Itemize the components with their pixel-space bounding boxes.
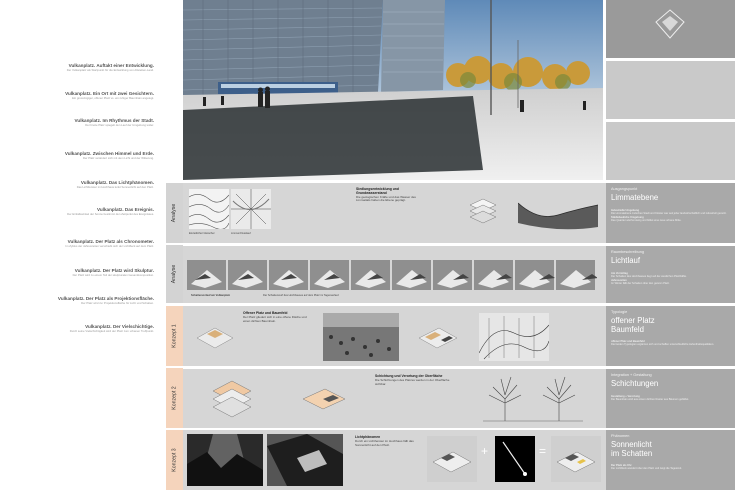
left-entry-subtitle: Im Zyklus der Jahreszeiten verschiebt si… [65, 243, 154, 248]
left-entry-subtitle: Der Einfallswinkel der Sonne bestimmt de… [67, 211, 154, 216]
band-panel: Ausgangspunkt Limmatebene Industrielle U… [606, 183, 735, 243]
hero-rendering [183, 0, 603, 180]
panel-title: Sonnenlicht im Schatten [611, 440, 653, 458]
band-panel: Raumbeschreibung Lichtlauf Am Vormittag … [606, 246, 735, 303]
band-text: Schichtung und Verortung der Oberfläche … [375, 374, 450, 386]
left-entry: Vulkanplatz. Der Platz als Chronometer. … [4, 239, 154, 248]
siedlung-map-image [231, 189, 271, 229]
logo-block [606, 0, 735, 58]
left-entry: Vulkanplatz. Ein Ort mit zwei Gesichtern… [4, 91, 154, 100]
band-text: Siedlungsentwicklung und Grundwasserstan… [356, 187, 416, 203]
left-entry-subtitle: Der Platz wird zu einem Teil der skulptu… [72, 272, 154, 277]
tab-konzept-3: Konzept 3 [166, 430, 183, 490]
band-konzept-1: Offener Platz und Baumfeld Der Platz gli… [183, 306, 735, 366]
site-plan-image [196, 327, 234, 349]
left-entry: Vulkanplatz. Das Ereignis. Der Einfallsw… [4, 207, 154, 216]
panel-title: Schichtungen [611, 379, 659, 388]
left-entry-subtitle: Ein grosszügiger, offener Platz vs. ein … [72, 95, 154, 100]
shadow-thumbnail [310, 250, 349, 290]
band-panel: Phänomen Sonnenlicht im Schatten Der Pla… [606, 430, 735, 490]
section-tabs: Analyse Analyse Konzept 1 Konzept 2 Konz… [166, 0, 183, 490]
layer-diagram-image [212, 380, 252, 418]
tab-analyse: Analyse [166, 183, 183, 243]
band-konzept-2: Schichtung und Verortung der Oberfläche … [183, 369, 735, 428]
tab-konzept-1: Konzept 1 [166, 306, 183, 366]
layer-stack-image [469, 198, 497, 224]
shadow-thumbnail [351, 250, 390, 290]
band-konzept-3: Lichtphänomen Durch ein Lichtfenster im … [183, 430, 735, 490]
left-text-column: Vulkanplatz. Auftakt einer Entwicklung. … [0, 0, 158, 490]
left-entry-subtitle: Der Platz verändert sich mit dem Licht u… [82, 155, 154, 160]
band-text: Offener Platz und Baumfeld Der Platz gli… [243, 311, 307, 323]
geology-map-image [189, 189, 229, 229]
panel-title: Lichtlauf [611, 256, 641, 265]
caption: Eiszeitlicher Gletscher [189, 232, 215, 235]
left-entry-subtitle: Das Lichtfenster im Hochhaus lenkt Sonne… [76, 184, 154, 189]
shadow-thumbnail [474, 250, 513, 290]
site-plan-image [418, 327, 458, 349]
sunbeam-photo-image [187, 434, 263, 486]
left-entry-subtitle: Der Vulkanplatz als Startpunkt für die E… [66, 67, 154, 72]
light-diagram-a-image [427, 436, 477, 482]
left-entry-subtitle: Der Platz wird zur Projektionsfläche für… [81, 300, 154, 305]
left-entry-subtitle: Durch seine Vielschichtigkeit wird der P… [69, 328, 154, 333]
equals-sign: = [539, 444, 547, 458]
info-block [606, 122, 735, 180]
shadow-thumbnail [433, 250, 472, 290]
shadow-thumbnail [515, 250, 555, 290]
left-entry: Vulkanplatz. Zwischen Himmel und Erde. D… [4, 151, 154, 160]
surface-diagram-image [302, 388, 346, 410]
shadow-photo-image [267, 434, 343, 486]
light-diagram-c-image [551, 436, 601, 482]
left-entry: Vulkanplatz. Der Platz als Projektionsfl… [4, 296, 154, 305]
shadow-thumbnail [228, 250, 267, 290]
etching-image [479, 313, 549, 361]
shadow-sequence [187, 250, 598, 290]
left-entry: Vulkanplatz. Der Vielschichtige. Durch s… [4, 324, 154, 333]
info-block [606, 61, 735, 119]
plus-sign: + [481, 444, 489, 458]
shadow-thumbnail [187, 250, 226, 290]
caption: Limmat Flusslauf [231, 232, 251, 235]
caption: Schattenverlauf am Vulkanplatz [191, 294, 230, 297]
caption-note: Der Schattenwurf des Hochhauses auf dem … [263, 294, 340, 297]
band-analyse-lichtlauf: Schattenverlauf am Vulkanplatz Der Schat… [183, 246, 735, 303]
light-diagram-b-image [495, 436, 535, 482]
left-entry: Vulkanplatz. Das Lichtphänomen. Das Lich… [4, 180, 154, 189]
left-entry-subtitle: Der breite Platz spiegelt den Lauf der U… [85, 122, 154, 127]
plaza-rendering-image [183, 0, 603, 180]
shadow-thumbnail [269, 250, 308, 290]
panel-title: offener Platz Baumfeld [611, 316, 655, 334]
band-text: Lichtphänomen Durch ein Lichtfenster im … [355, 435, 414, 447]
band-panel: Integration + Gestaltung Schichtungen Ge… [606, 369, 735, 428]
left-entry: Vulkanplatz. Im Rhythmus der Stadt. Der … [4, 118, 154, 127]
shadow-thumbnail [556, 250, 598, 290]
band-panel: Typologie offener Platz Baumfeld offener… [606, 306, 735, 366]
tree-drawings-image [483, 376, 583, 422]
panel-title: Limmatebene [611, 193, 659, 202]
tab-konzept-2: Konzept 2 [166, 368, 183, 428]
band-analyse-limmatebene: Eiszeitlicher Gletscher Limmat Flusslauf… [183, 183, 735, 243]
tab-analyse: Analyse [166, 245, 183, 303]
logo-diamond-icon [655, 9, 685, 39]
crowd-photo-image [323, 313, 399, 361]
shadow-thumbnail [392, 250, 431, 290]
terrain-model-image [518, 202, 598, 230]
left-entry: Vulkanplatz. Der Platz wird Skulptur. De… [4, 268, 154, 277]
left-entry: Vulkanplatz. Auftakt einer Entwicklung. … [4, 63, 154, 72]
